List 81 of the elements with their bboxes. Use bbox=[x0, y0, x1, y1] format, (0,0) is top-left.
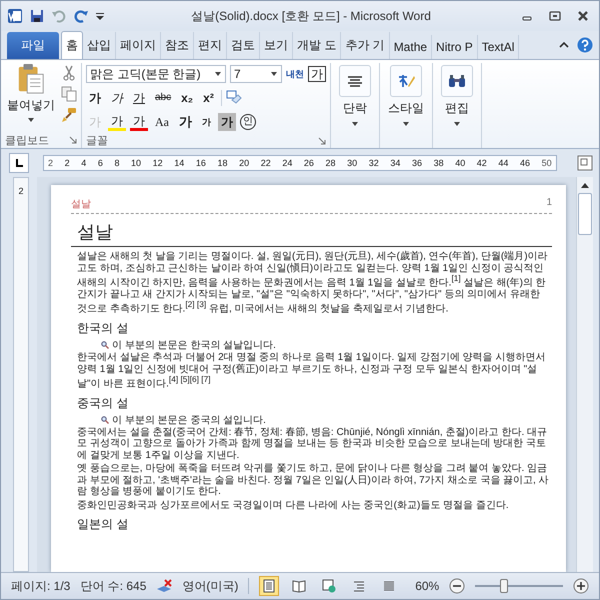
font-color-button[interactable]: 가 bbox=[130, 114, 148, 130]
font-name-field[interactable]: 맑은 고딕(본문 한글) bbox=[86, 65, 226, 83]
paragraph: 한국에서 설날은 추석과 더불어 2대 명절 중의 하나로 음력 1월 1일이다. 일제 강점기에 양력을 시행하면서 양력 1월 1일인 신정에 빗대어 구정(舊正)이라고 부르기도 하나, 신정과 구정 모두 일본식 한자어이며 "설날"이 바른 표현이다.$^{[4] [5][6] [7]}$ bbox=[77, 352, 546, 390]
word-count[interactable]: 단어 수: 645 bbox=[80, 578, 146, 594]
redo-icon[interactable] bbox=[73, 8, 89, 24]
editing-button[interactable]: 편집 bbox=[433, 63, 481, 132]
horizontal-ruler[interactable]: 2 2 4 6 8 10 12 14 16 18 20 22 24 26 28 30 32 34 36 38 40 42 44 46 50 bbox=[43, 155, 557, 171]
document-title: 설날 bbox=[71, 214, 552, 247]
copy-icon[interactable] bbox=[61, 86, 77, 102]
script-button[interactable]: x₂ bbox=[178, 89, 196, 107]
italic-button[interactable]: 가 bbox=[108, 89, 126, 107]
caret-icon bbox=[402, 120, 410, 128]
dialog-launcher-icon[interactable] bbox=[318, 136, 326, 144]
underline-button[interactable]: 가 bbox=[130, 89, 148, 107]
save-icon[interactable] bbox=[29, 8, 45, 24]
group-label: 클립보드 bbox=[5, 134, 49, 148]
bold-button[interactable]: 가 bbox=[86, 89, 104, 107]
book-icon bbox=[292, 579, 306, 593]
scrollbar-thumb[interactable] bbox=[578, 193, 592, 235]
group-label: 글꼴 bbox=[86, 134, 108, 148]
zoom-level[interactable]: 60% bbox=[415, 579, 440, 593]
strikethrough-button[interactable]: abc bbox=[152, 89, 174, 107]
left-tab-icon bbox=[14, 158, 24, 168]
zoom-slider-thumb[interactable] bbox=[500, 579, 508, 593]
clipboard-icon bbox=[16, 63, 46, 95]
magnifier-icon bbox=[101, 416, 109, 424]
scroll-up-icon[interactable] bbox=[580, 181, 590, 189]
grow-font-button[interactable]: 가 bbox=[176, 113, 195, 131]
paragraph: 설날은 새해의 첫 날을 기리는 명절이다. 설, 원일(元日), 원단(元旦), 세수(歲首), 연수(年首), 단월(端月)이라고도 하며, 조심하고 근신하는 날이라 하여 신일(愼日)이라고도 일컫는다. 양력 1월 1일인 신정이 공식적인 새해의 시작이긴 하지만, 음력을 사용하는 문화권에서는 음력 1월 1일을 설날로 한다.$^{[1]}$ 설날은 해(年)의 한 간지가 끝나고 새 간지가 시작되는 날로, "설"은 "익숙하지 못하다", "서다", "삼가다" 등의 의미에서 유래한 것으로 추측하기도 한다.$^{[2] [3]}$ 유럽, 미국에서는 새해의 첫날을 축제일로서 기념한다. bbox=[77, 251, 549, 316]
paragraph: 옛 풍습으로는, 마당에 폭죽을 터뜨려 악귀를 쫓기도 하고, 문에 닭이나 다른 형상을 그려 붙여 놓았다. 임금과 부모에 절하고, '초백주'라는 술을 바친다. 정월 7일은 인일(人日)이라 하여, 7가지 채소로 국을 끓이고, 사람 형상을 병풍에 붙이기도 한다. bbox=[77, 463, 550, 498]
caret-icon bbox=[351, 120, 359, 128]
caret-icon bbox=[27, 116, 35, 124]
hatnote: 이 부분의 본문은 중국의 설입니다. bbox=[112, 414, 266, 426]
shrink-font-button[interactable]: 가 bbox=[199, 113, 214, 131]
window-title: 설날(Solid).docx [호환 모드] - Microsoft Word bbox=[190, 8, 432, 24]
proofing-icon[interactable] bbox=[156, 578, 172, 594]
zoom-in-icon[interactable] bbox=[573, 578, 589, 594]
zoom-out-icon[interactable] bbox=[449, 578, 466, 594]
script-button[interactable]: x² bbox=[200, 89, 217, 107]
shading-button[interactable]: 가 bbox=[218, 113, 236, 131]
enclose-button[interactable]: 인 bbox=[240, 114, 256, 130]
phonetic-guide-button[interactable]: 내천 bbox=[286, 68, 304, 80]
dialog-launcher-icon[interactable] bbox=[69, 136, 77, 144]
section-heading: 중국의 설 bbox=[77, 394, 130, 412]
tab-selector[interactable] bbox=[9, 153, 29, 173]
print-view-button[interactable] bbox=[259, 576, 280, 596]
page-number: 1 bbox=[546, 197, 552, 210]
lines-icon bbox=[352, 579, 366, 593]
lines-icon bbox=[382, 579, 396, 593]
paragraph: 중화인민공화국과 싱가포르에서도 국경일이며 다른 나라에 사는 중국인(화교)들도 명절을 즐긴다. bbox=[77, 500, 510, 512]
paragraph: 중국에서는 설을 춘절(중국어 간체: 春节, 정체: 春節, 병음: Chūnjié, Nónglì xīnnián, 춘절)이라고 한다. 대규모 귀성객이 고향으로 돌아가 가족과 함께 명절을 보내는 등 한국과 비슷한 모습으로 보내는데 방대한 국토에 걸맞게 보통 1주일 이상을 지낸다. bbox=[77, 426, 548, 462]
paragraph-button[interactable]: 단락 bbox=[331, 63, 379, 132]
header-text: 설날 bbox=[71, 198, 91, 211]
page-count[interactable]: 페이지: 1/3 bbox=[11, 578, 70, 594]
caret-icon bbox=[453, 120, 461, 128]
clear-formatting-icon[interactable] bbox=[226, 90, 242, 106]
highlight-button[interactable]: 가 bbox=[108, 114, 126, 130]
magnifier-icon bbox=[101, 341, 109, 350]
section-heading: 한국의 설 bbox=[77, 320, 130, 338]
ribbon-tab[interactable]: 홈 bbox=[61, 31, 83, 59]
cut-icon[interactable] bbox=[61, 65, 77, 81]
format-painter-icon[interactable] bbox=[61, 107, 77, 123]
caret-icon bbox=[270, 70, 278, 78]
language-indicator[interactable]: 영어(미국) bbox=[182, 578, 238, 594]
vertical-scrollbar[interactable] bbox=[576, 177, 593, 572]
character-border-button[interactable]: 가 bbox=[308, 66, 326, 82]
change-case-button[interactable]: Aa bbox=[152, 113, 172, 131]
globe-page-icon bbox=[322, 579, 336, 593]
help-icon[interactable] bbox=[577, 37, 593, 53]
file-tab[interactable]: 파일 bbox=[7, 32, 59, 59]
section-heading: 일본의 설 bbox=[77, 516, 130, 534]
paste-button[interactable]: 붙여넣기 bbox=[5, 63, 57, 132]
view-ruler-icon[interactable] bbox=[577, 155, 593, 171]
word-logo-icon[interactable] bbox=[7, 8, 23, 24]
dropdown-icon[interactable] bbox=[95, 11, 105, 21]
caret-icon bbox=[214, 70, 222, 78]
font-size-field[interactable]: 7 bbox=[230, 65, 282, 83]
vertical-ruler[interactable]: 2 bbox=[13, 177, 29, 572]
hatnote: 이 부분의 본문은 한국의 설날입니다. bbox=[112, 339, 276, 352]
page-icon bbox=[262, 579, 276, 593]
styles-button[interactable]: 스타일 bbox=[380, 63, 432, 132]
